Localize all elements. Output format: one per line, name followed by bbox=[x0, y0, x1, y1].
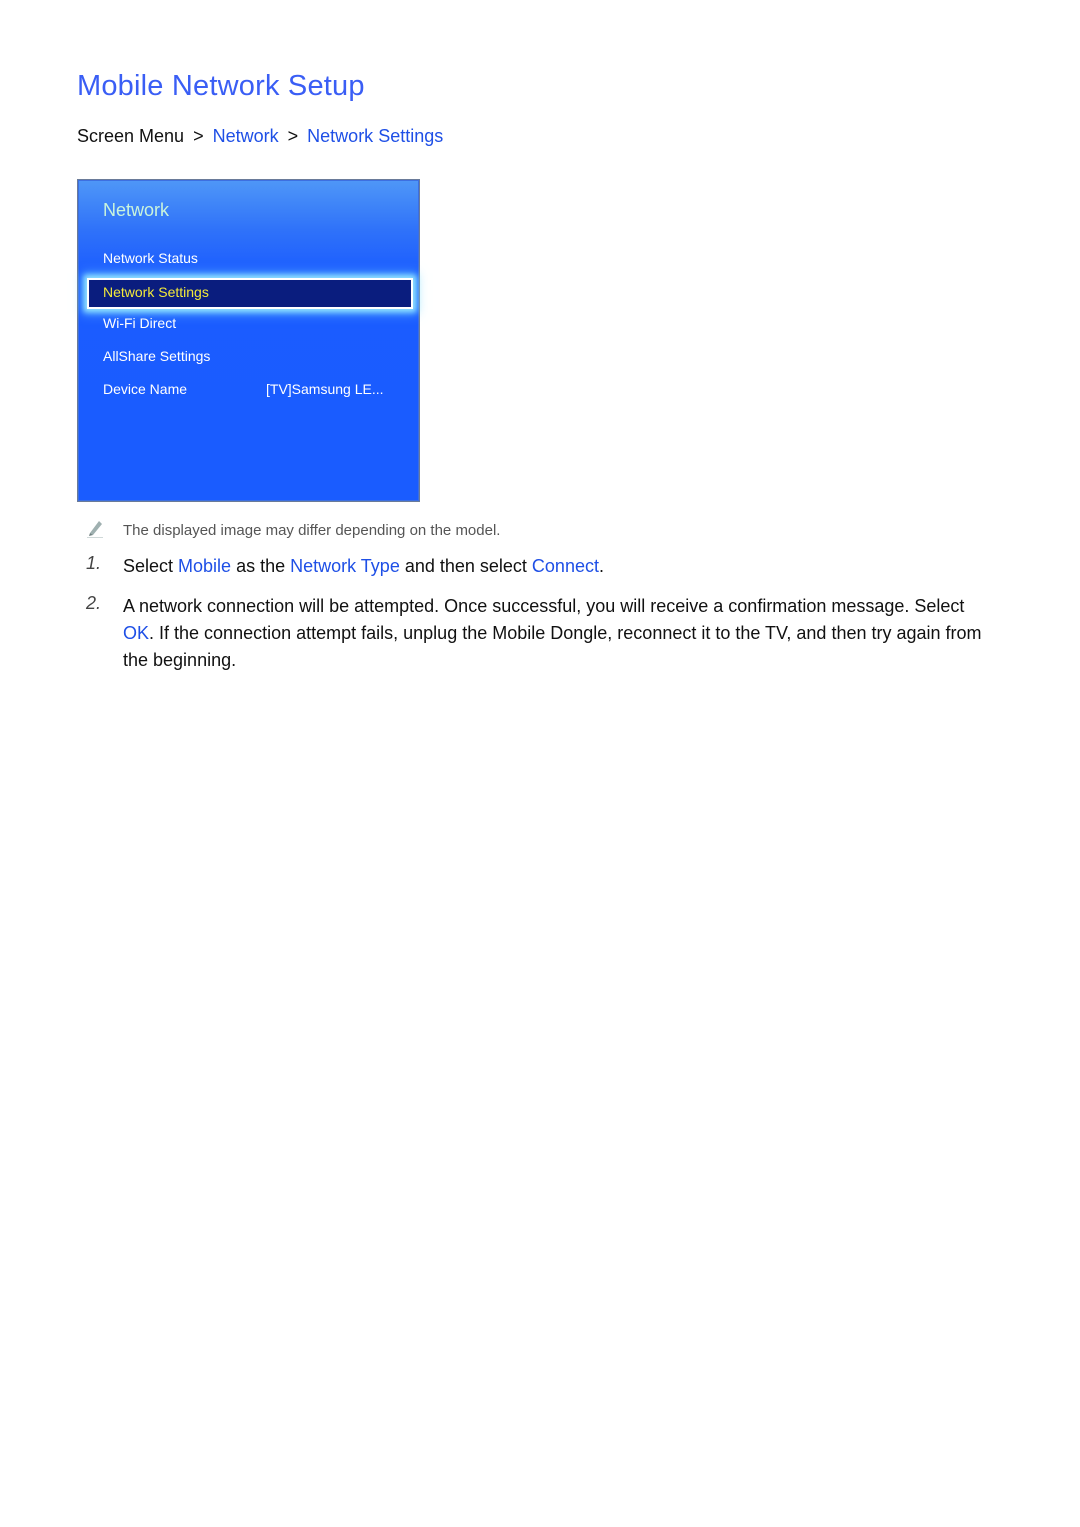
tv-menu-device-name-value: [TV]Samsung LE... bbox=[266, 381, 384, 397]
breadcrumb-network[interactable]: Network bbox=[213, 126, 279, 146]
highlighted-term: OK bbox=[123, 623, 150, 643]
step-text-fragment: and then select bbox=[399, 556, 532, 576]
step-text-fragment: as the bbox=[231, 556, 291, 576]
page-title: Mobile Network Setup bbox=[77, 70, 365, 102]
step-text: Select Mobile as the Network Type and th… bbox=[123, 553, 993, 580]
note-text: The displayed image may differ depending… bbox=[123, 522, 501, 539]
step-number: 2. bbox=[86, 593, 102, 613]
highlighted-term: Network Type bbox=[290, 556, 400, 576]
breadcrumb-separator: > bbox=[287, 126, 299, 146]
breadcrumb: Screen Menu > Network > Network Settings bbox=[77, 126, 443, 147]
breadcrumb-root: Screen Menu bbox=[77, 126, 185, 146]
highlighted-term: Mobile bbox=[178, 556, 232, 576]
step-text-fragment: . bbox=[598, 556, 604, 576]
tv-menu-screenshot: Network Network Status Network Settings … bbox=[77, 179, 420, 502]
tv-menu-item-network-status: Network Status bbox=[103, 250, 198, 266]
pencil-icon bbox=[87, 521, 103, 538]
step-text: A network connection will be attempted. … bbox=[123, 593, 993, 674]
tv-menu-item-label: Network Settings bbox=[103, 284, 209, 300]
tv-menu-title: Network bbox=[103, 200, 170, 220]
breadcrumb-separator: > bbox=[193, 126, 204, 146]
tv-menu-item-wifi-direct: Wi-Fi Direct bbox=[103, 315, 177, 331]
step-number: 1. bbox=[86, 553, 102, 573]
step-text-fragment: Select bbox=[123, 556, 179, 576]
highlighted-term: Connect bbox=[531, 556, 599, 576]
tv-menu-item-device-name: Device Name bbox=[103, 381, 188, 397]
step-text-fragment: A network connection will be attempted. … bbox=[123, 596, 965, 616]
tv-menu-item-network-settings: Network Settings bbox=[87, 278, 413, 309]
tv-menu-item-allshare-settings: AllShare Settings bbox=[103, 348, 211, 364]
breadcrumb-network-settings[interactable]: Network Settings bbox=[307, 126, 443, 146]
step-text-fragment: . If the connection attempt fails, unplu… bbox=[123, 623, 982, 670]
